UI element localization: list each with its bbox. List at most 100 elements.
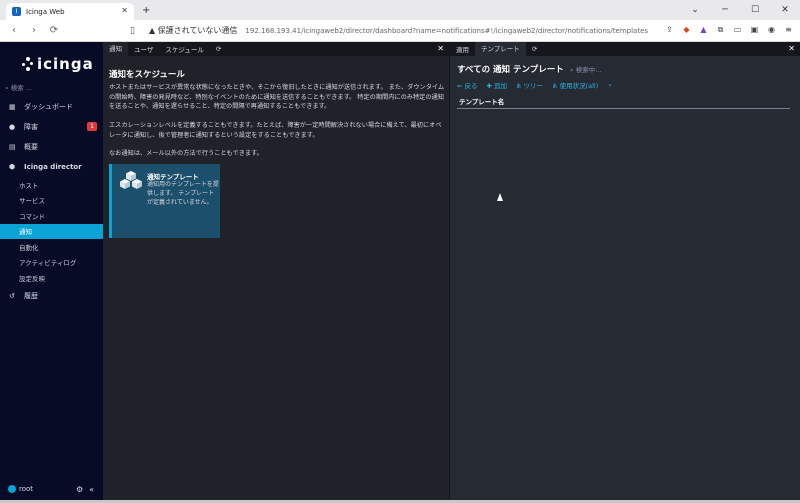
icinga-logo[interactable]: icinga [22, 54, 94, 74]
refresh-icon[interactable]: ⟳ [210, 45, 227, 53]
sidebar-item-label: ダッシュボード [24, 103, 73, 111]
description-paragraph: ホストまたはサービスが異常な状態になったときや、そこから復旧したときに通知が送信… [109, 84, 445, 110]
tab-apply[interactable]: 適用 [450, 44, 475, 54]
back-label: 戻る [464, 82, 478, 90]
close-pane-icon[interactable]: ✕ [437, 44, 444, 53]
sidebar-sub-deploy[interactable]: 設定反映 [0, 270, 103, 286]
avatar [8, 485, 16, 493]
refresh-icon[interactable]: ⟳ [526, 45, 543, 53]
browser-extensions: ⇪ ◆ ▲ ⧉ ▭ ▣ ◉ ≡ [664, 24, 794, 35]
sidebar-item-label: Icinga director [24, 163, 82, 171]
right-pane: 適用 テンプレート ⟳ ✕ すべての 通知 テンプレート ⌕ 検索中... ⇐ … [449, 42, 800, 500]
sidebar-sub-activity-log[interactable]: アクティビティログ [0, 255, 103, 271]
search-placeholder: 検索中... [575, 66, 602, 74]
share-icon[interactable]: ⇪ [664, 24, 675, 35]
browser-tab[interactable]: I Icinga Web ✕ [6, 3, 134, 20]
tab-users[interactable]: ユーザ [128, 44, 159, 54]
tab-schedule[interactable]: スケジュール [159, 44, 210, 54]
maximize-icon[interactable]: ☐ [740, 0, 770, 20]
brave-shield-icon[interactable]: ◆ [681, 24, 692, 35]
sidebar-menu: ▦ ダッシュボード ● 障害 1 ▤ 概要 ⬢ Icinga director ホスト サ… [0, 97, 103, 306]
left-pane: 通知 ユーザ スケジュール ⟳ ✕ 通知をスケジュール ホストまたはサービスが異… [103, 42, 449, 500]
sidebar-footer: ⚙ « [76, 485, 94, 494]
problems-badge: 1 [87, 122, 97, 131]
sidebar-item-dashboard[interactable]: ▦ ダッシュボード [0, 97, 103, 117]
dashboard-icon: ▦ [9, 103, 16, 111]
sidebar-item-label: 履歴 [24, 291, 38, 300]
tab-notifications[interactable]: 通知 [103, 42, 128, 56]
chevron-down-icon[interactable]: ⌄ [680, 0, 710, 20]
sidebar-sub-automation[interactable]: 自動化 [0, 239, 103, 255]
menu-icon[interactable]: ≡ [783, 24, 794, 35]
sidebar-item-overview[interactable]: ▤ 概要 [0, 137, 103, 157]
left-pane-tabs: 通知 ユーザ スケジュール ⟳ [103, 42, 449, 56]
add-label: 追加 [494, 82, 508, 90]
icinga-logo-icon [22, 57, 34, 71]
templates-search-input[interactable]: ⌕ 検索中... [570, 64, 601, 75]
vpn-icon[interactable]: ◉ [766, 24, 777, 35]
templates-title: すべての 通知 テンプレート [457, 65, 564, 75]
tree-label: ツリー [523, 82, 544, 90]
usage-button[interactable]: ⋔ 使用状況(all) [552, 80, 598, 90]
back-button[interactable]: ⇐ 戻る [457, 80, 478, 90]
minimize-icon[interactable]: ─ [710, 0, 740, 20]
action-bar: ⇐ 戻る ✚ 追加 ⋔ ツリー ⋔ 使用状況(all) ⌄ [457, 80, 613, 90]
security-warning[interactable]: ▲ 保護されていない通信 [149, 25, 237, 36]
usage-label: 使用状況(all) [559, 82, 599, 90]
logo-text: icinga [37, 55, 94, 73]
sidebar-item-label: 障害 [24, 123, 38, 131]
forward-icon[interactable]: › [28, 25, 40, 36]
sidebar-sub-commands[interactable]: コマンド [0, 208, 103, 224]
escalation-paragraph: エスカレーションレベルを定義することもできます。たとえば、障害が一定時間解決され… [109, 122, 442, 139]
icinga-favicon-icon: I [12, 7, 21, 16]
tab-templates[interactable]: テンプレート [475, 42, 526, 56]
rewards-icon[interactable]: ▲ [698, 24, 709, 35]
page-title: 通知をスケジュール [109, 70, 185, 80]
sidebar-sub-services[interactable]: サービス [0, 193, 103, 209]
tree-button[interactable]: ⋔ ツリー [516, 80, 543, 90]
wallet-icon[interactable]: ▣ [749, 24, 760, 35]
user-name: root [19, 485, 34, 493]
chevron-down-icon[interactable]: ⌄ [607, 80, 612, 90]
note-paragraph: なお通知は、メール以外の方法で行うこともできます。 [109, 150, 263, 157]
close-tab-icon[interactable]: ✕ [121, 6, 128, 15]
extensions-icon[interactable]: ⧉ [715, 24, 726, 35]
sidebar-sub-hosts[interactable]: ホスト [0, 177, 103, 193]
add-button[interactable]: ✚ 追加 [487, 80, 508, 90]
director-icon: ⬢ [9, 163, 16, 171]
search-placeholder: 検索 ... [10, 84, 32, 92]
sidebar-search-input[interactable]: ⌕ 検索 ... [5, 82, 32, 93]
right-pane-tabs: 適用 テンプレート ⟳ [450, 42, 800, 56]
sidebar: icinga ⌕ 検索 ... ▦ ダッシュボード ● 障害 1 ▤ 概要 ⬢ Icing… [0, 42, 103, 500]
close-window-icon[interactable]: ✕ [770, 0, 800, 20]
sidebar-item-history[interactable]: ↺ 履歴 [0, 286, 103, 306]
sidebar-toggle-icon[interactable]: ▭ [732, 24, 743, 35]
sidebar-item-label: 概要 [24, 143, 38, 151]
gear-icon[interactable]: ⚙ [76, 485, 83, 494]
tile-description: 通知用のテンプレートを提供します。 テンプレートが定義されていません。 [147, 181, 219, 206]
sidebar-sub-notifications[interactable]: 通知 [0, 223, 103, 239]
bookmark-icon[interactable]: ▯ [130, 26, 135, 36]
notification-templates-tile[interactable]: 通知テンプレート 通知用のテンプレートを提供します。 テンプレートが定義されてい… [109, 164, 220, 238]
mouse-cursor-icon [497, 193, 503, 201]
sidebar-item-director[interactable]: ⬢ Icinga director [0, 157, 103, 177]
security-warning-text: 保護されていない通信 [157, 26, 238, 35]
back-icon[interactable]: ‹ [8, 25, 20, 36]
new-tab-icon[interactable]: + [142, 5, 150, 16]
browser-window: I Icinga Web ✕ + ⌄ ─ ☐ ✕ ‹ › ⟳ ▯ ▲ 保護されて… [0, 0, 800, 500]
url-field[interactable]: 192.168.193.41/icingaweb2/director/dashb… [245, 27, 648, 35]
history-icon: ↺ [9, 291, 15, 300]
overview-icon: ▤ [9, 143, 16, 151]
close-pane-icon[interactable]: ✕ [788, 44, 795, 53]
window-controls: ⌄ ─ ☐ ✕ [680, 0, 800, 20]
user-menu[interactable]: root [8, 485, 33, 493]
address-bar: ‹ › ⟳ ▯ ▲ 保護されていない通信 192.168.193.41/icin… [0, 20, 800, 42]
warning-icon: ● [9, 123, 16, 131]
tab-title: Icinga Web [26, 7, 65, 16]
collapse-sidebar-icon[interactable]: « [89, 485, 94, 494]
cubes-icon [120, 171, 142, 189]
sidebar-item-problems[interactable]: ● 障害 1 [0, 117, 103, 137]
column-header-template-name[interactable]: テンプレート名 [457, 97, 790, 109]
reload-icon[interactable]: ⟳ [48, 25, 60, 36]
title-bar: I Icinga Web ✕ + ⌄ ─ ☐ ✕ [0, 0, 800, 20]
